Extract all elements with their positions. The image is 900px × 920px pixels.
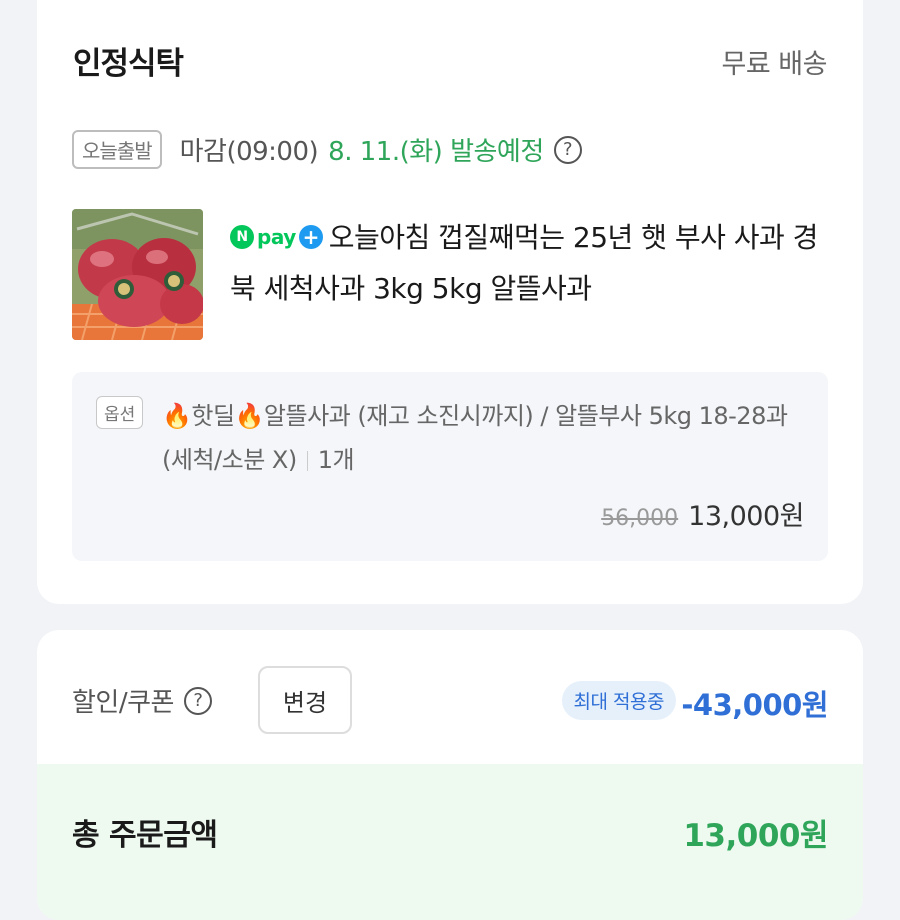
max-applied-badge: 최대 적용중 [561,681,676,720]
npay-n-icon: N [230,225,254,249]
discount-amount: -43,000원 [681,688,828,722]
npay-plus-badge: N pay + [230,212,323,262]
question-circle-icon[interactable]: ? [183,686,212,715]
change-coupon-button[interactable]: 변경 [258,666,352,734]
npay-plus-icon: + [298,225,323,249]
shipping-fee-label: 무료 배송 [721,49,828,80]
discount-row: 할인/쿠폰 ? 변경 최대 적용중 -43,000원 [72,666,828,734]
discount-label-group: 할인/쿠폰 ? [72,682,212,719]
original-price: 56,000 [601,506,679,531]
total-label: 총 주문금액 [72,818,218,853]
option-description: 🔥핫딜🔥알뜰사과 (재고 소진시까지) / 알뜰부사 5kg 18-28과(세척… [162,394,802,482]
question-circle-icon[interactable]: ? [553,135,582,164]
shop-name[interactable]: 인정식탁 [73,38,184,83]
option-name: 🔥핫딜🔥알뜰사과 (재고 소진시까지) / 알뜰부사 5kg 18-28과(세척… [162,402,788,474]
payment-summary-card: 할인/쿠폰 ? 변경 최대 적용중 -43,000원 총 주문금액 13,000… [37,630,863,920]
today-ship-badge: 오늘출발 [72,130,162,169]
ship-deadline: 마감(09:00) [179,137,319,167]
total-amount: 13,000원 [683,818,828,854]
discount-label: 할인/쿠폰 [72,688,174,718]
divider [306,451,308,471]
product-title-block[interactable]: N pay + 오늘아침 껍질째먹는 25년 햇 부사 사과 경북 세척사과 3… [230,213,830,314]
sale-price: 13,000원 [688,501,804,532]
option-box: 옵션 🔥핫딜🔥알뜰사과 (재고 소진시까지) / 알뜰부사 5kg 18-28과… [72,372,828,561]
option-quantity: 1개 [317,446,355,474]
npay-text: pay [257,225,296,249]
option-badge: 옵션 [96,396,144,429]
product-thumbnail[interactable] [72,209,203,340]
option-prices: 56,000 13,000원 [601,494,804,533]
shipping-info-row: 오늘출발 마감(09:00) 8. 11.(화) 발송예정 ? [72,130,582,169]
total-section: 총 주문금액 13,000원 [37,764,863,920]
shop-order-card: 인정식탁 무료 배송 오늘출발 마감(09:00) 8. 11.(화) 발송예정… [37,0,863,604]
ship-date: 8. 11.(화) 발송예정 [328,137,544,167]
